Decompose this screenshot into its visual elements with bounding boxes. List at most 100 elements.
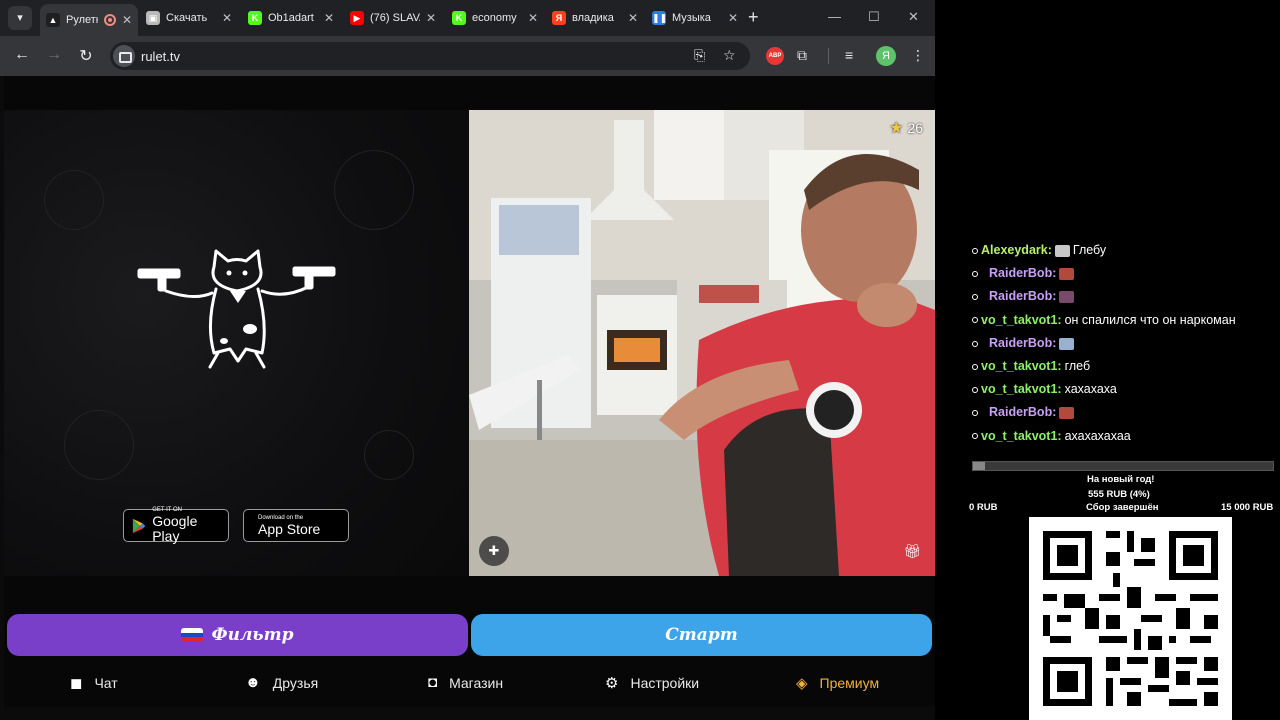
tab-close-icon[interactable]: ✕: [122, 13, 132, 27]
tab-strip: ▾ ▲ Рулетка ✕ ▣ Скачать ✕ K Ob1adart ✕ ▶…: [0, 0, 935, 36]
chat-emote-icon: [1059, 337, 1075, 350]
tab-close-icon[interactable]: ✕: [628, 11, 638, 25]
gift-icon: 🎁︎: [903, 543, 921, 559]
nav-premium[interactable]: ◈ Премиум: [796, 674, 879, 692]
qr-code-image: [1029, 517, 1232, 720]
chat-username: RaiderBob:: [989, 289, 1057, 304]
chat-message: RaiderBob:: [972, 266, 1075, 281]
tab-favicon: ▲: [46, 13, 60, 27]
tab-title: economy: [472, 12, 517, 24]
tab-close-icon[interactable]: ✕: [324, 11, 334, 25]
start-button[interactable]: Старт: [471, 614, 932, 656]
menu-icon[interactable]: ⋮: [911, 47, 925, 64]
background-doodle: [64, 410, 134, 480]
gear-icon: ⚙: [605, 675, 619, 692]
nav-settings[interactable]: ⚙ Настройки: [605, 674, 699, 692]
browser-toolbar: ← → ↻ rulet.tv ⎘ ☆ ABP ⧉ ≡ Я ⋮: [0, 36, 935, 76]
chat-message: vo_t_takvot1: он спалился что он наркоман: [972, 313, 1236, 327]
tab-title: Музыка: [672, 12, 711, 24]
nav-friends[interactable]: ☻ Друзья: [245, 674, 318, 691]
minimize-icon[interactable]: —: [828, 9, 841, 24]
chat-emote-icon: [1059, 291, 1075, 304]
close-window-icon[interactable]: ✕: [908, 9, 919, 25]
start-label: Старт: [665, 625, 738, 645]
tab-kick-ob1adart[interactable]: K Ob1adart ✕: [242, 5, 340, 31]
reload-icon[interactable]: ↻: [76, 46, 96, 66]
chat-username: vo_t_takvot1:: [981, 382, 1062, 397]
chat-username: Alexeydark:: [981, 243, 1052, 257]
tag-icon: ◈: [796, 675, 808, 692]
tab-search-button[interactable]: ▾: [8, 6, 32, 30]
tab-close-icon[interactable]: ✕: [728, 11, 738, 25]
donation-raised: 555 RUB (4%): [1088, 489, 1150, 500]
google-play-button[interactable]: GET IT ON Google Play: [123, 507, 229, 544]
nav-friends-label: Друзья: [272, 674, 319, 691]
toolbar-divider: [828, 48, 829, 64]
donation-progress-bar: [972, 461, 1274, 471]
tab-music[interactable]: ❚❚ Музыка ✕: [646, 5, 744, 31]
chat-message: vo_t_takvot1: глеб: [972, 359, 1090, 373]
tab-close-icon[interactable]: ✕: [528, 11, 538, 25]
chat-emote-icon: [1059, 407, 1075, 420]
chat-text: глеб: [1064, 359, 1091, 373]
chat-bullet-icon: [972, 270, 978, 277]
donation-qr-code: [1029, 517, 1232, 720]
chat-message: RaiderBob:: [972, 289, 1075, 304]
tab-favicon: K: [452, 11, 466, 25]
friends-icon: ☻: [245, 674, 261, 691]
stream-chat: Alexeydark: Глебу RaiderBob: RaiderBob: vo_t…: [972, 243, 1280, 459]
tab-download[interactable]: ▣ Скачать ✕: [140, 5, 238, 31]
tab-youtube[interactable]: ▶ (76) SLAVA ✕: [344, 5, 442, 31]
chat-username: RaiderBob:: [989, 266, 1057, 281]
cast-icon[interactable]: ⎘: [694, 47, 705, 64]
tab-title: (76) SLAVA: [370, 12, 420, 24]
profile-avatar[interactable]: Я: [876, 46, 896, 66]
filter-button[interactable]: Фильтр: [7, 614, 468, 656]
adblock-extension-icon[interactable]: ABP: [766, 47, 784, 65]
maximize-icon[interactable]: ☐: [868, 9, 880, 25]
address-bar[interactable]: rulet.tv ⎘ ☆: [110, 42, 750, 70]
google-play-label: Google Play: [152, 513, 198, 544]
rating-badge: ★ 26: [889, 118, 923, 138]
tab-favicon: ▶: [350, 11, 364, 25]
url-text[interactable]: rulet.tv: [141, 49, 180, 64]
back-icon[interactable]: ←: [12, 46, 32, 64]
bookmark-star-icon[interactable]: ☆: [723, 47, 736, 64]
tab-roulette[interactable]: ▲ Рулетка ✕: [40, 4, 138, 36]
roulette-page: GET IT ON Google Play Download on the Ap…: [4, 76, 935, 707]
gift-button[interactable]: 🎁︎: [903, 543, 921, 560]
games-button[interactable]: ✚: [479, 536, 509, 566]
star-icon: ★: [889, 120, 904, 137]
background-doodle: [44, 170, 104, 230]
shopping-bag-icon: ◘: [428, 674, 438, 691]
new-tab-button[interactable]: +: [748, 8, 759, 26]
tab-kick-economy[interactable]: K economy ✕: [446, 5, 544, 31]
donation-status: Сбор завершён: [1086, 502, 1159, 513]
tab-close-icon[interactable]: ✕: [222, 11, 232, 25]
app-store-label: App Store: [258, 520, 321, 537]
chat-bullet-icon: [972, 247, 978, 254]
forward-icon[interactable]: →: [44, 46, 64, 64]
tab-yandex[interactable]: Я владика ✕: [546, 5, 644, 31]
donation-goal: 15 000 RUB: [1221, 502, 1274, 513]
chat-bullet-icon: [972, 433, 978, 440]
chat-bullet-icon: [972, 294, 978, 301]
app-store-button[interactable]: Download on the App Store: [243, 509, 349, 542]
chat-message: RaiderBob:: [972, 405, 1075, 420]
bottom-navigation: ◼ Чат ☻ Друзья ◘ Магазин ⚙ Настройки ◈ П…: [4, 664, 935, 704]
video-frame: [469, 110, 935, 576]
tab-close-icon[interactable]: ✕: [426, 11, 436, 25]
chat-bullet-icon: [972, 340, 978, 347]
nav-chat-label: Чат: [94, 675, 118, 691]
extensions-icon[interactable]: ⧉: [797, 47, 807, 64]
chat-text: он спалился что он наркоман: [1064, 312, 1236, 327]
chat-text: Глебу: [1072, 243, 1107, 257]
tab-favicon: ❚❚: [652, 11, 668, 25]
nav-shop[interactable]: ◘ Магазин: [428, 674, 503, 691]
site-info-icon[interactable]: [113, 45, 135, 67]
nav-chat[interactable]: ◼ Чат: [70, 674, 118, 692]
nav-shop-label: Магазин: [449, 674, 504, 691]
chat-emote-icon: [1059, 267, 1075, 280]
google-play-icon: [132, 518, 146, 533]
media-control-icon[interactable]: ≡: [845, 47, 853, 63]
